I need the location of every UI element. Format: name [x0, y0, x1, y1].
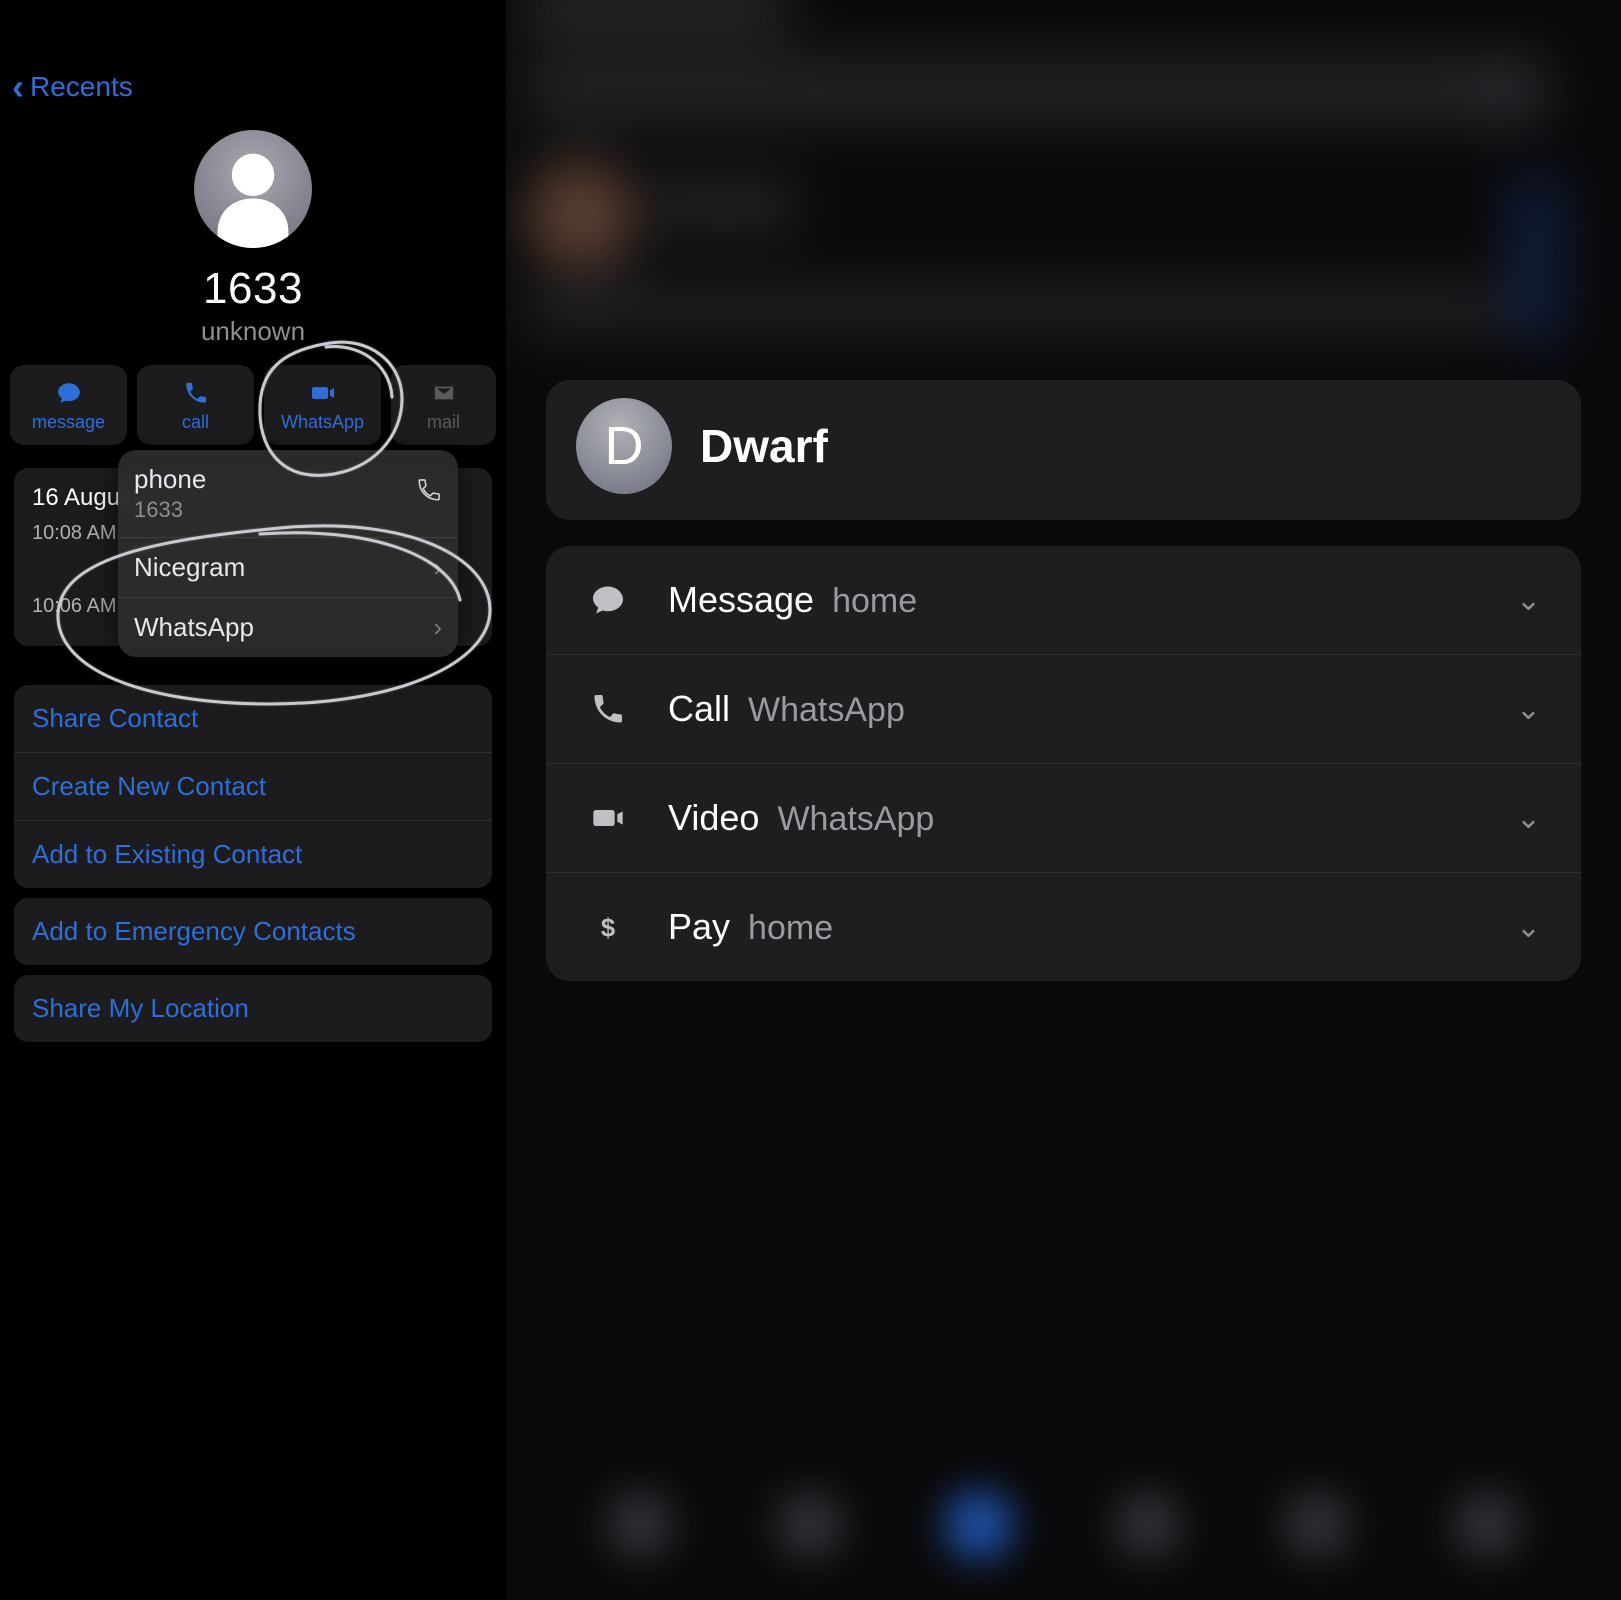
menu-title: Message: [668, 579, 814, 621]
create-new-contact[interactable]: Create New Contact: [14, 753, 492, 821]
contact-subtitle: unknown: [201, 316, 305, 347]
contact-actions-group-1: Share Contact Create New Contact Add to …: [14, 685, 492, 888]
video-icon: [586, 796, 630, 840]
back-label: Recents: [30, 71, 133, 103]
popup-phone-row[interactable]: phone 1633: [118, 450, 458, 538]
video-icon: [308, 378, 338, 408]
message-icon: [54, 378, 84, 408]
phone-icon: [586, 687, 630, 731]
left-pane: ‹ Recents 1633 unknown message call What…: [0, 0, 506, 1600]
menu-sub: WhatsApp: [748, 691, 905, 730]
popup-item-whatsapp[interactable]: WhatsApp ›: [118, 598, 458, 657]
whatsapp-label: WhatsApp: [281, 412, 364, 433]
menu-row-call[interactable]: Call WhatsApp ⌄: [546, 655, 1581, 764]
phone-icon: [181, 378, 211, 408]
menu-title: Video: [668, 797, 759, 839]
mail-icon: [429, 378, 459, 408]
chevron-down-icon: ⌄: [1516, 692, 1541, 727]
add-emergency-contacts[interactable]: Add to Emergency Contacts: [14, 898, 492, 965]
chevron-down-icon: ⌄: [1516, 583, 1541, 618]
popup-item-label: Nicegram: [134, 552, 245, 583]
popup-phone-label: phone: [134, 464, 206, 494]
call-tile[interactable]: call: [137, 365, 254, 445]
popup-item-label: WhatsApp: [134, 612, 254, 643]
menu-row-message[interactable]: Message home ⌄: [546, 546, 1581, 655]
menu-title: Pay: [668, 906, 730, 948]
chevron-left-icon: ‹: [12, 69, 24, 105]
menu-row-video[interactable]: Video WhatsApp ⌄: [546, 764, 1581, 873]
chevron-down-icon: ⌄: [1516, 801, 1541, 836]
right-pane: D Dwarf Message home ⌄ Call W: [506, 0, 1621, 1600]
avatar-initial: D: [576, 398, 672, 494]
share-my-location[interactable]: Share My Location: [14, 975, 492, 1042]
menu-row-pay[interactable]: $ Pay home ⌄: [546, 873, 1581, 981]
message-icon: [586, 578, 630, 622]
popup-item-nicegram[interactable]: Nicegram ›: [118, 538, 458, 598]
contact-name: 1633: [203, 264, 303, 314]
phone-outline-icon: [416, 477, 442, 510]
dollar-icon: $: [586, 905, 630, 949]
message-label: message: [32, 412, 105, 433]
add-existing-contact[interactable]: Add to Existing Contact: [14, 821, 492, 888]
chevron-down-icon: ⌄: [1516, 910, 1541, 945]
contact-name: Dwarf: [700, 419, 828, 473]
action-row: message call WhatsApp mail: [0, 347, 506, 455]
svg-text:$: $: [601, 914, 615, 942]
menu-title: Call: [668, 688, 730, 730]
chevron-right-icon: ›: [433, 612, 442, 643]
call-options-popup: phone 1633 Nicegram › WhatsApp ›: [118, 450, 458, 657]
contact-actions-group-2: Add to Emergency Contacts: [14, 898, 492, 965]
contact-hero: 1633 unknown: [0, 130, 506, 347]
contact-header-card: D Dwarf: [546, 380, 1581, 520]
share-contact[interactable]: Share Contact: [14, 685, 492, 753]
menu-sub: WhatsApp: [777, 800, 934, 839]
menu-sub: home: [748, 909, 833, 948]
message-tile[interactable]: message: [10, 365, 127, 445]
contact-actions-group-3: Share My Location: [14, 975, 492, 1042]
contact-actions-menu: Message home ⌄ Call WhatsApp ⌄: [546, 546, 1581, 981]
mail-label: mail: [427, 412, 460, 433]
popup-phone-number: 1633: [134, 497, 206, 523]
chevron-right-icon: ›: [433, 552, 442, 583]
whatsapp-tile[interactable]: WhatsApp: [264, 365, 381, 445]
blurred-dock: [506, 1450, 1621, 1600]
call-label: call: [182, 412, 209, 433]
mail-tile: mail: [391, 365, 496, 445]
menu-sub: home: [832, 582, 917, 621]
avatar-placeholder-icon: [194, 130, 312, 248]
